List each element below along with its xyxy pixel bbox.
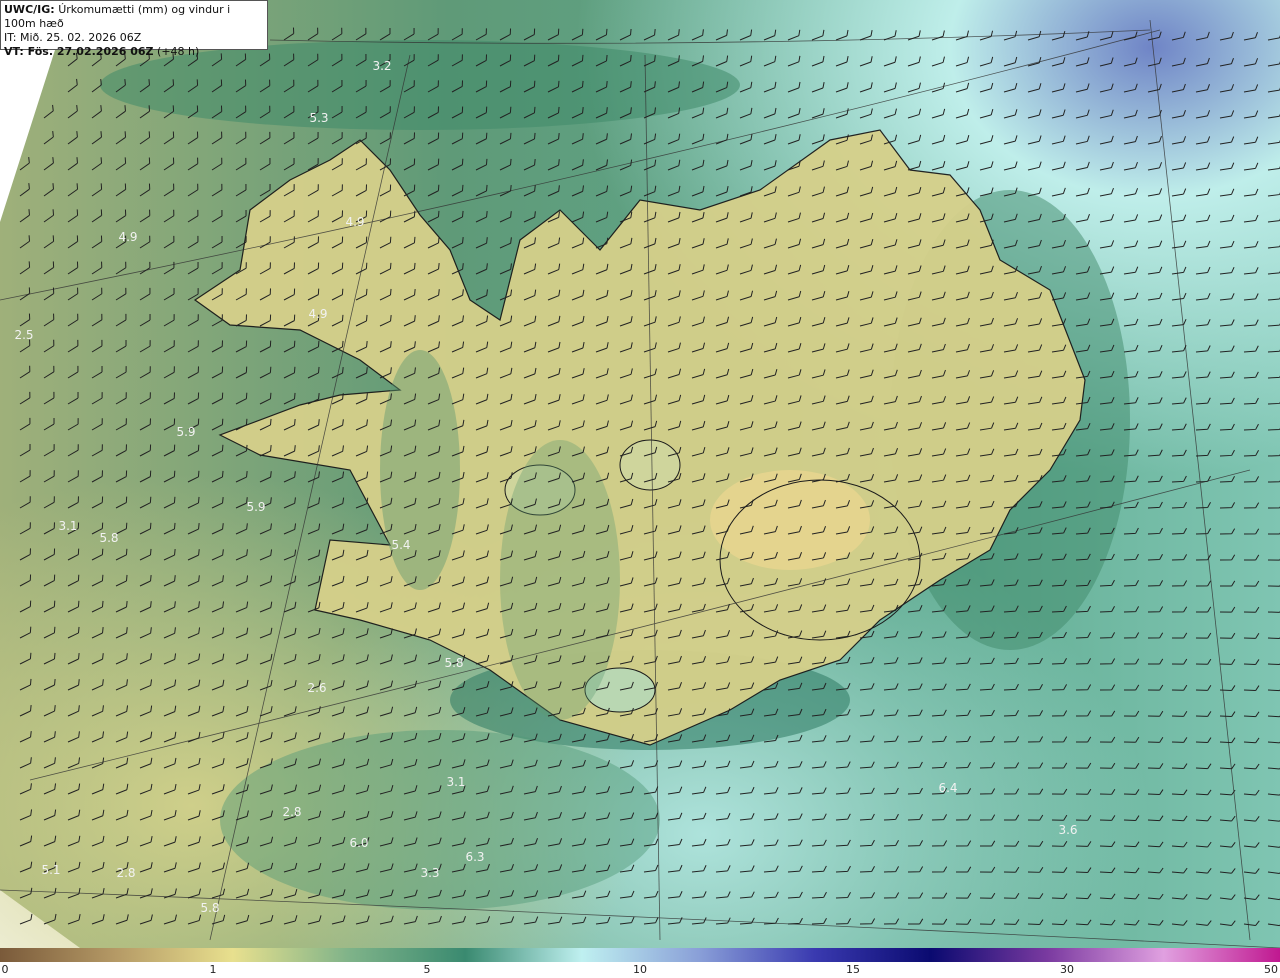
- value-label: 5.9: [176, 425, 196, 439]
- value-label: 2.8: [116, 866, 136, 880]
- product-name: UWC/IG:: [4, 3, 55, 16]
- value-label: 3.3: [420, 866, 440, 880]
- colorbar-tick: 5: [423, 963, 431, 976]
- value-label: 5.8: [99, 531, 119, 545]
- colorbar-tick: 30: [1060, 963, 1074, 976]
- colorbar-tick: 15: [846, 963, 860, 976]
- precipitation-map[interactable]: UWC/IG: Úrkomumætti (mm) og vindur i 100…: [0, 0, 1280, 948]
- value-label: 4.9: [308, 307, 328, 321]
- value-label: 6.3: [465, 850, 485, 864]
- colorbar-strip: [0, 948, 1280, 962]
- value-label: 3.2: [372, 59, 392, 73]
- value-label: 5.9: [246, 500, 266, 514]
- value-label: 2.8: [282, 805, 302, 819]
- value-label: 6.0: [349, 836, 369, 850]
- value-label: 5.8: [444, 656, 464, 670]
- colorbar-legend: 0 1 5 10 15 30 50: [0, 948, 1280, 978]
- value-label: 2.6: [307, 681, 327, 695]
- forecast-hour: (+48 h): [157, 45, 200, 58]
- value-label: 4.9: [345, 215, 365, 229]
- value-label: 5.4: [391, 538, 411, 552]
- colorbar-tick: 10: [633, 963, 647, 976]
- map-canvas: [0, 0, 1280, 948]
- valid-time: VT: Fös. 27.02.2026 06Z: [4, 45, 154, 58]
- value-label: 4.9: [118, 230, 138, 244]
- init-time: IT: Mið. 25. 02. 2026 06Z: [4, 31, 142, 44]
- value-label: 5.1: [41, 863, 61, 877]
- value-label: 2.5: [14, 328, 34, 342]
- value-label: 3.1: [446, 775, 466, 789]
- colorbar-tick: 0: [1, 963, 9, 976]
- value-label: 5.3: [309, 111, 329, 125]
- title-box: UWC/IG: Úrkomumætti (mm) og vindur i 100…: [0, 0, 268, 58]
- value-label: 3.6: [1058, 823, 1078, 837]
- colorbar-tick: 50: [1264, 963, 1278, 976]
- value-label: 6.4: [938, 781, 958, 795]
- colorbar-tick: 1: [209, 963, 217, 976]
- value-label: 3.1: [58, 519, 78, 533]
- value-label: 5.8: [200, 901, 220, 915]
